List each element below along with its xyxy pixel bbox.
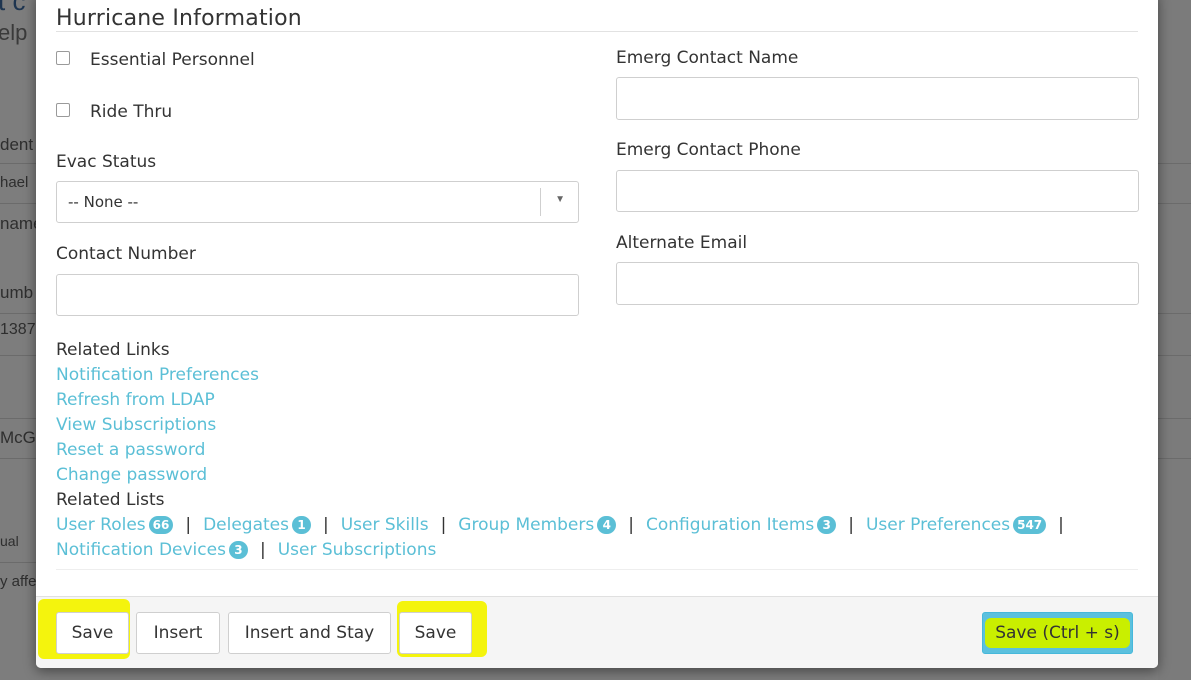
bg-divider	[0, 562, 40, 563]
bg-fragment: umb	[0, 283, 34, 302]
bg-divider	[1158, 355, 1191, 356]
list-separator: |	[628, 515, 634, 535]
evac-status-label: Evac Status	[56, 152, 157, 172]
count-badge: 547	[1013, 516, 1047, 534]
related-divider	[56, 569, 1138, 570]
count-badge: 66	[148, 516, 174, 534]
essential-personnel-row: Essential Personnel	[56, 50, 255, 70]
save-ctrl-s-button[interactable]: Save (Ctrl + s)	[982, 612, 1133, 654]
related-lists-row-1: User Roles 66 | Delegates 1 | User Skills | Grou…	[56, 513, 1138, 538]
essential-personnel-label: Essential Personnel	[90, 50, 255, 70]
bg-divider	[1158, 313, 1191, 314]
related-list-label: User Preferences	[865, 515, 1011, 535]
emerg-contact-name-input[interactable]	[616, 77, 1139, 120]
bg-fragment: McG	[0, 428, 36, 447]
emerg-contact-phone-input[interactable]	[616, 170, 1139, 212]
emerg-contact-name-label: Emerg Contact Name	[616, 48, 799, 68]
alternate-email-input[interactable]	[616, 262, 1139, 305]
count-badge: 3	[228, 541, 248, 559]
save-button[interactable]: Save	[56, 612, 129, 654]
user-form-modal: Hurricane Information Essential Personne…	[36, 0, 1158, 668]
bg-divider	[1158, 418, 1191, 419]
bg-divider	[1158, 458, 1191, 459]
related-list-user-preferences[interactable]: User Preferences 547	[865, 515, 1047, 535]
bg-subtitle-fragment: elp	[0, 20, 28, 45]
bg-divider	[0, 355, 40, 356]
related-links-header: Related Links	[56, 340, 170, 360]
select-divider	[540, 188, 541, 216]
list-separator: |	[848, 515, 854, 535]
related-lists-header: Related Lists	[56, 490, 165, 510]
bg-divider	[0, 458, 40, 459]
related-list-label: Group Members	[458, 515, 595, 535]
related-list-group-members[interactable]: Group Members 4	[458, 515, 617, 535]
ride-thru-label: Ride Thru	[90, 102, 173, 122]
section-title: Hurricane Information	[56, 6, 302, 31]
evac-status-value: -- None --	[68, 193, 139, 211]
list-separator: |	[259, 540, 266, 560]
link-refresh-from-ldap[interactable]: Refresh from LDAP	[56, 388, 1138, 413]
bg-divider	[0, 203, 40, 204]
related-list-delegates[interactable]: Delegates 1	[203, 515, 311, 535]
bg-title-fragment: t c	[0, 0, 26, 16]
essential-personnel-checkbox[interactable]	[56, 51, 70, 65]
related-section: Related Links Notification Preferences R…	[56, 338, 1138, 563]
related-list-label: Configuration Items	[645, 515, 815, 535]
insert-and-stay-button[interactable]: Insert and Stay	[228, 612, 391, 654]
evac-status-select[interactable]: -- None -- ▼	[56, 181, 579, 223]
related-list-label: Notification Devices	[56, 540, 226, 560]
bg-fragment: ual	[0, 533, 19, 549]
bg-divider	[1158, 203, 1191, 204]
alternate-email-label: Alternate Email	[616, 233, 748, 253]
list-separator: |	[440, 515, 447, 535]
bg-divider	[0, 163, 40, 164]
bg-fragment: 1387	[0, 321, 36, 338]
bg-fragment: hael	[0, 174, 29, 191]
related-list-label: Delegates	[203, 515, 289, 535]
bg-divider	[0, 313, 40, 314]
ride-thru-row: Ride Thru	[56, 102, 172, 122]
section-divider	[56, 31, 1138, 32]
related-list-configuration-items[interactable]: Configuration Items 3	[645, 515, 837, 535]
insert-button[interactable]: Insert	[136, 612, 220, 654]
form-footer: Save Insert Insert and Stay Save Save (C…	[36, 596, 1158, 668]
related-lists-row-2: Notification Devices 3 | User Subscriptions	[56, 538, 1138, 563]
bg-fragment: dent	[0, 135, 34, 154]
count-badge: 3	[817, 516, 837, 534]
contact-number-label: Contact Number	[56, 244, 196, 264]
count-badge: 4	[597, 516, 617, 534]
ride-thru-checkbox[interactable]	[56, 103, 70, 117]
bg-right-strip	[1158, 0, 1191, 680]
emerg-contact-phone-label: Emerg Contact Phone	[616, 140, 801, 160]
count-badge: 1	[292, 516, 311, 534]
bg-fragment: y affe	[0, 573, 37, 590]
related-list-user-subscriptions[interactable]: User Subscriptions	[278, 540, 437, 560]
list-separator: |	[323, 515, 329, 535]
related-list-label: User Roles	[56, 515, 146, 535]
list-separator: |	[1058, 515, 1064, 535]
link-view-subscriptions[interactable]: View Subscriptions	[56, 413, 1138, 438]
link-notification-preferences[interactable]: Notification Preferences	[56, 363, 1138, 388]
bg-divider	[0, 418, 40, 419]
save-ctrl-s-label: Save (Ctrl + s)	[985, 618, 1130, 648]
related-list-user-roles[interactable]: User Roles 66	[56, 515, 174, 535]
chevron-down-icon: ▼	[555, 194, 565, 205]
bg-divider	[1158, 163, 1191, 164]
save-button-2[interactable]: Save	[399, 612, 472, 654]
related-list-user-skills[interactable]: User Skills	[341, 515, 429, 535]
related-list-notification-devices[interactable]: Notification Devices 3	[56, 540, 248, 560]
link-change-password[interactable]: Change password	[56, 463, 1138, 488]
link-reset-password[interactable]: Reset a password	[56, 438, 1138, 463]
list-separator: |	[185, 515, 192, 535]
contact-number-input[interactable]	[56, 274, 579, 316]
